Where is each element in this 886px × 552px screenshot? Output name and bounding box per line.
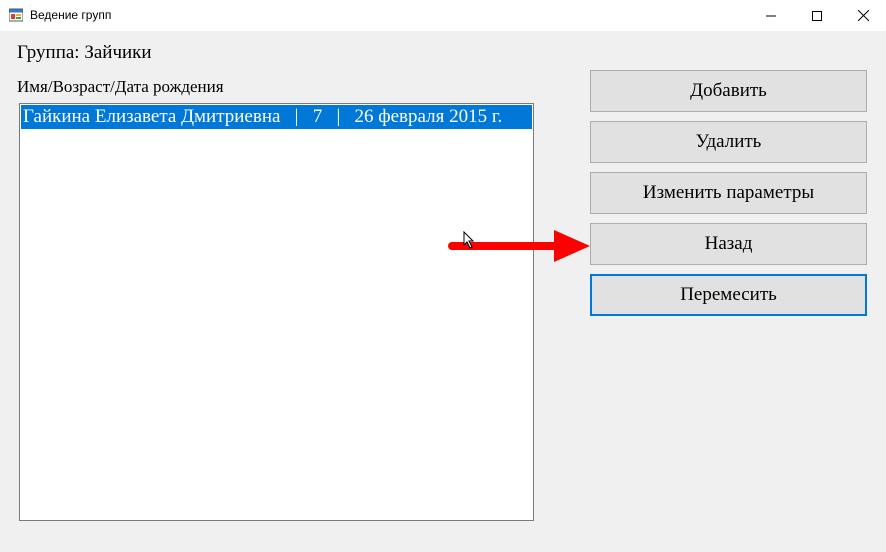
move-button[interactable]: Перемесить xyxy=(590,274,867,316)
mouse-cursor-icon xyxy=(463,231,475,249)
title-bar[interactable]: Ведение групп xyxy=(0,0,886,31)
children-listbox[interactable]: Гайкина Елизавета Дмитриевна | 7 | 26 фе… xyxy=(19,103,534,521)
list-columns-label: Имя/Возраст/Дата рождения xyxy=(17,77,224,96)
back-button[interactable]: Назад xyxy=(590,223,867,265)
list-item-selected[interactable]: Гайкина Елизавета Дмитриевна | 7 | 26 фе… xyxy=(21,105,532,129)
close-button[interactable] xyxy=(840,0,886,31)
minimize-button[interactable] xyxy=(748,0,794,31)
maximize-button[interactable] xyxy=(794,0,840,31)
edit-parameters-button[interactable]: Изменить параметры xyxy=(590,172,867,214)
delete-button[interactable]: Удалить xyxy=(590,121,867,163)
minimize-icon xyxy=(766,15,776,16)
close-icon xyxy=(857,10,869,21)
window-title: Ведение групп xyxy=(30,8,112,22)
maximize-icon xyxy=(812,10,822,21)
add-button[interactable]: Добавить xyxy=(590,70,867,112)
main-window: Ведение групп Группа: Зайчики Имя/Возрас… xyxy=(0,0,886,552)
form-app-icon xyxy=(9,8,23,22)
group-name-label: Группа: Зайчики xyxy=(17,42,152,63)
